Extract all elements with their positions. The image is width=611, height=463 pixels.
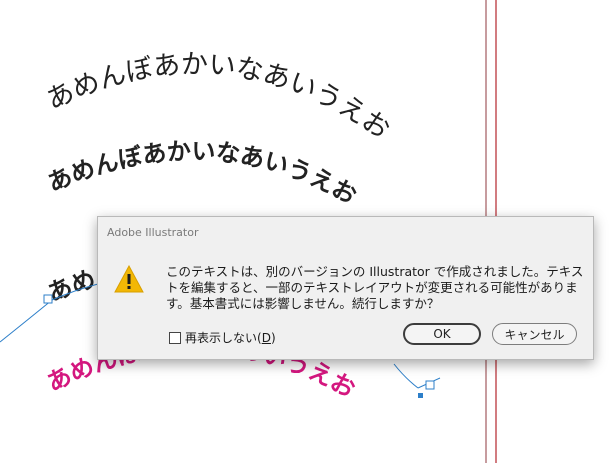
checkbox-label: 再表示しない	[185, 331, 258, 345]
selection-handle[interactable]	[425, 380, 435, 390]
cancel-button-label: キャンセル	[504, 327, 565, 342]
message-line: このテキストは、別のバージョンの Illustrator で作成されました。テキ…	[166, 264, 584, 279]
message-line: トを編集すると、一部のテキストレイアウトが変更される可能性がありま	[166, 280, 578, 295]
message-line: す。基本書式には影響しません。続行しますか？	[166, 296, 440, 311]
checkbox-box[interactable]	[169, 331, 181, 344]
curved-text-regular[interactable]: あめんぼあかいなあいうえお	[42, 49, 396, 146]
alert-dialog: Adobe Illustrator このテキストは、別のバージョンの Illus…	[97, 216, 594, 360]
warning-icon	[114, 265, 144, 293]
dialog-titlebar: Adobe Illustrator	[98, 217, 593, 247]
ok-button-label: OK	[433, 327, 451, 341]
selection-handle[interactable]	[43, 294, 53, 304]
checkbox-shortcut-close: )	[270, 330, 276, 345]
dialog-message: このテキストは、別のバージョンの Illustrator で作成されました。テキ…	[166, 264, 584, 312]
ok-button[interactable]: OK	[403, 323, 481, 345]
dont-show-again-checkbox[interactable]: 再表示しない (D)	[169, 329, 276, 346]
curved-text-bold[interactable]: あめんぼあかいなあいうえお	[44, 137, 362, 210]
dialog-title: Adobe Illustrator	[107, 226, 199, 239]
checkbox-shortcut: D	[261, 330, 271, 345]
cancel-button[interactable]: キャンセル	[492, 323, 577, 345]
selection-anchor[interactable]	[418, 393, 423, 398]
selection-path	[393, 363, 419, 389]
